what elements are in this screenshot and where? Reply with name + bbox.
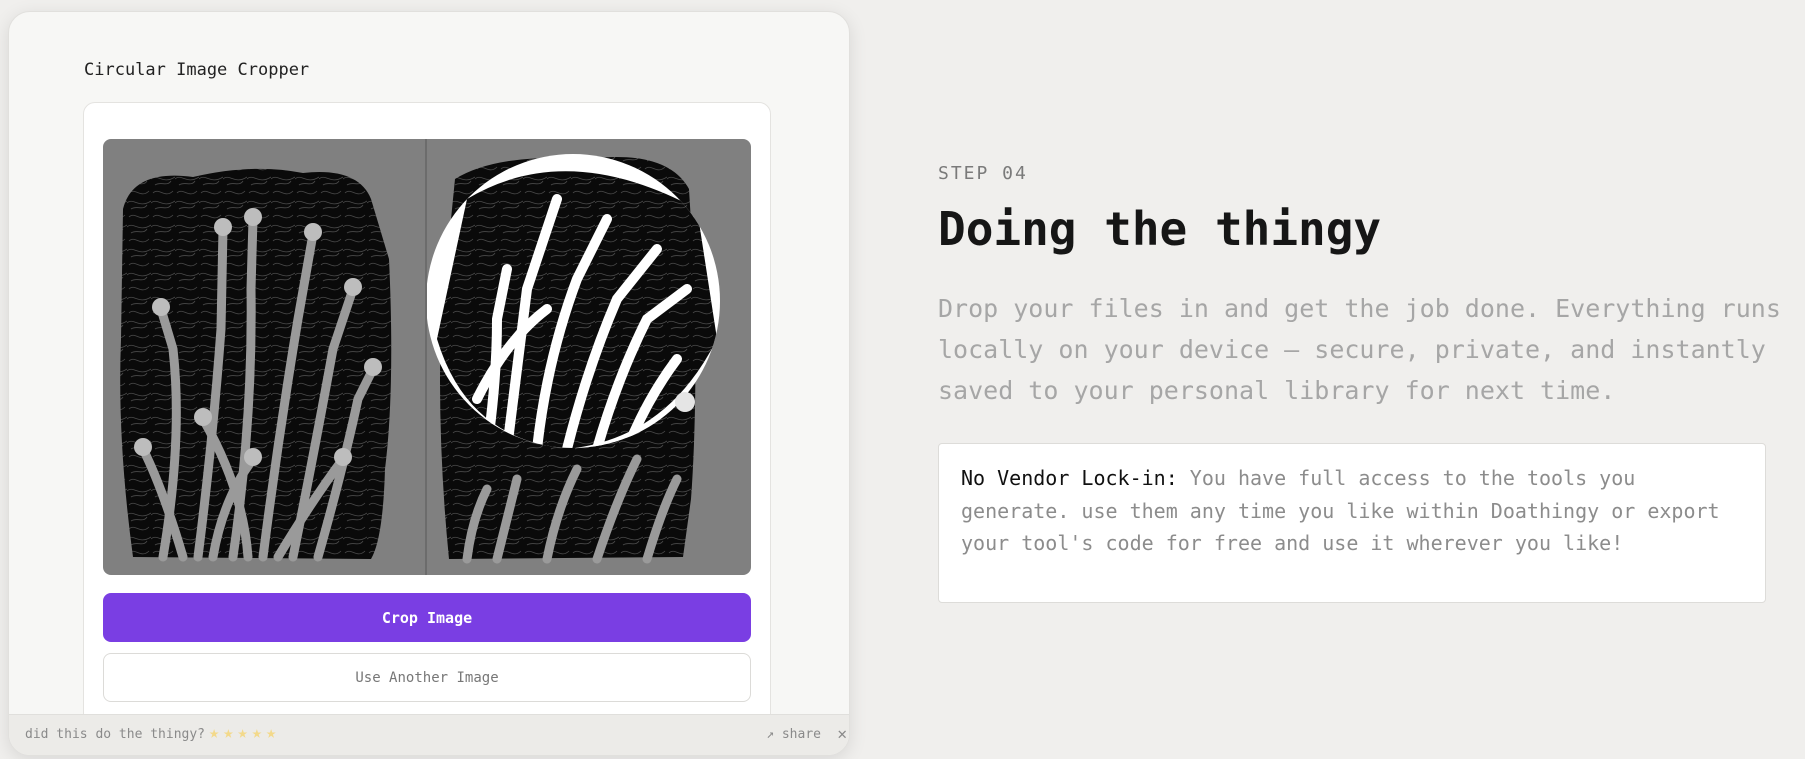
star-icon[interactable]: ★: [238, 723, 248, 743]
vendor-note: No Vendor Lock-in: You have full access …: [938, 443, 1766, 603]
crop-preview-image: [427, 154, 720, 564]
star-icon[interactable]: ★: [252, 723, 262, 743]
feedback-question: did this do the thingy?: [25, 727, 206, 742]
rating-stars: ★ ★ ★ ★ ★: [209, 723, 276, 743]
description: Drop your files in and get the job done.…: [938, 294, 1781, 405]
crop-handle-icon: [675, 392, 695, 412]
close-icon[interactable]: ✕: [837, 724, 847, 743]
cropper-panel: Crop Image Use Another Image: [83, 102, 771, 726]
tool-title: Circular Image Cropper: [84, 60, 310, 80]
note-label: No Vendor Lock-in:: [961, 466, 1178, 490]
cropper-card: Circular Image Cropper Crop Image Use An…: [8, 11, 850, 756]
step-label: STEP 04: [938, 163, 1028, 184]
star-icon[interactable]: ★: [266, 723, 276, 743]
use-another-image-button[interactable]: Use Another Image: [103, 653, 751, 702]
original-image: [120, 168, 392, 562]
share-button[interactable]: ↗ share: [766, 727, 821, 742]
page-title: Doing the thingy: [938, 202, 1382, 256]
star-icon[interactable]: ★: [209, 723, 219, 743]
crop-image-button[interactable]: Crop Image: [103, 593, 751, 642]
star-icon[interactable]: ★: [223, 723, 233, 743]
feedback-bar: did this do the thingy? ★ ★ ★ ★ ★ ↗ shar…: [9, 714, 849, 755]
image-preview-area: [103, 139, 751, 575]
